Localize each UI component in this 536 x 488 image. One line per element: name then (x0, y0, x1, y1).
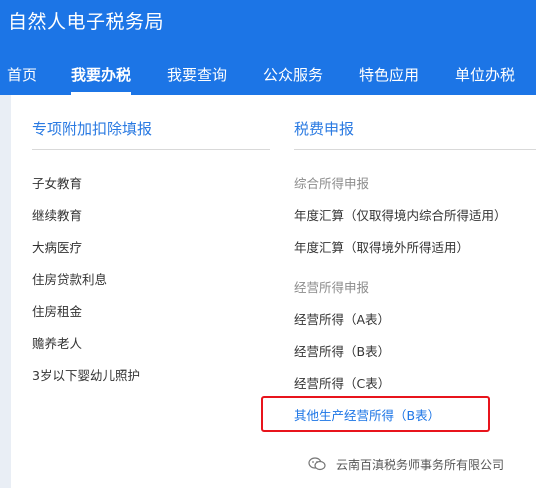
menu-item-elderly-support[interactable]: 赡养老人 (32, 333, 82, 352)
menu-item-business-income-a[interactable]: 经营所得（A表） (294, 309, 390, 328)
special-deduction-title[interactable]: 专项附加扣除填报 (32, 118, 152, 139)
wechat-icon (308, 457, 326, 471)
menu-item-continuing-education[interactable]: 继续教育 (32, 205, 82, 224)
app-title: 自然人电子税务局 (8, 11, 165, 33)
nav-public-service[interactable]: 公众服务 (263, 62, 323, 95)
menu-item-business-income-c[interactable]: 经营所得（C表） (294, 373, 390, 392)
watermark: 云南百滇税务师事务所有限公司 (308, 454, 504, 474)
header-bar: 自然人电子税务局 首页 我要办税 我要查询 公众服务 特色应用 单位办税 (0, 0, 536, 95)
nav-featured-apps[interactable]: 特色应用 (359, 62, 419, 95)
left-divider (32, 149, 270, 150)
nav-tax-handling[interactable]: 我要办税 (71, 62, 132, 95)
menu-item-children-education[interactable]: 子女教育 (32, 173, 82, 192)
menu-item-annual-settlement-domestic[interactable]: 年度汇算（仅取得境内综合所得适用） (294, 205, 507, 224)
menu-item-infant-care[interactable]: 3岁以下婴幼儿照护 (32, 365, 140, 384)
nav-unit-tax[interactable]: 单位办税 (455, 62, 515, 95)
right-divider (294, 149, 536, 150)
menu-item-housing-rent[interactable]: 住房租金 (32, 301, 82, 320)
nav-home[interactable]: 首页 (7, 62, 37, 95)
watermark-text: 云南百滇税务师事务所有限公司 (336, 457, 505, 472)
nav-query[interactable]: 我要查询 (167, 62, 227, 95)
highlight-box (261, 396, 490, 432)
tax-declaration-title[interactable]: 税费申报 (294, 118, 354, 139)
menu-item-mortgage-interest[interactable]: 住房贷款利息 (32, 269, 107, 288)
panel-left-edge (0, 95, 11, 488)
business-income-heading: 经营所得申报 (294, 280, 370, 295)
menu-item-annual-settlement-foreign[interactable]: 年度汇算（取得境外所得适用） (294, 237, 469, 256)
menu-item-business-income-b[interactable]: 经营所得（B表） (294, 341, 390, 360)
menu-item-serious-illness[interactable]: 大病医疗 (32, 237, 82, 256)
comprehensive-income-heading: 综合所得申报 (294, 176, 370, 191)
main-nav: 首页 我要办税 我要查询 公众服务 特色应用 单位办税 (0, 62, 536, 95)
